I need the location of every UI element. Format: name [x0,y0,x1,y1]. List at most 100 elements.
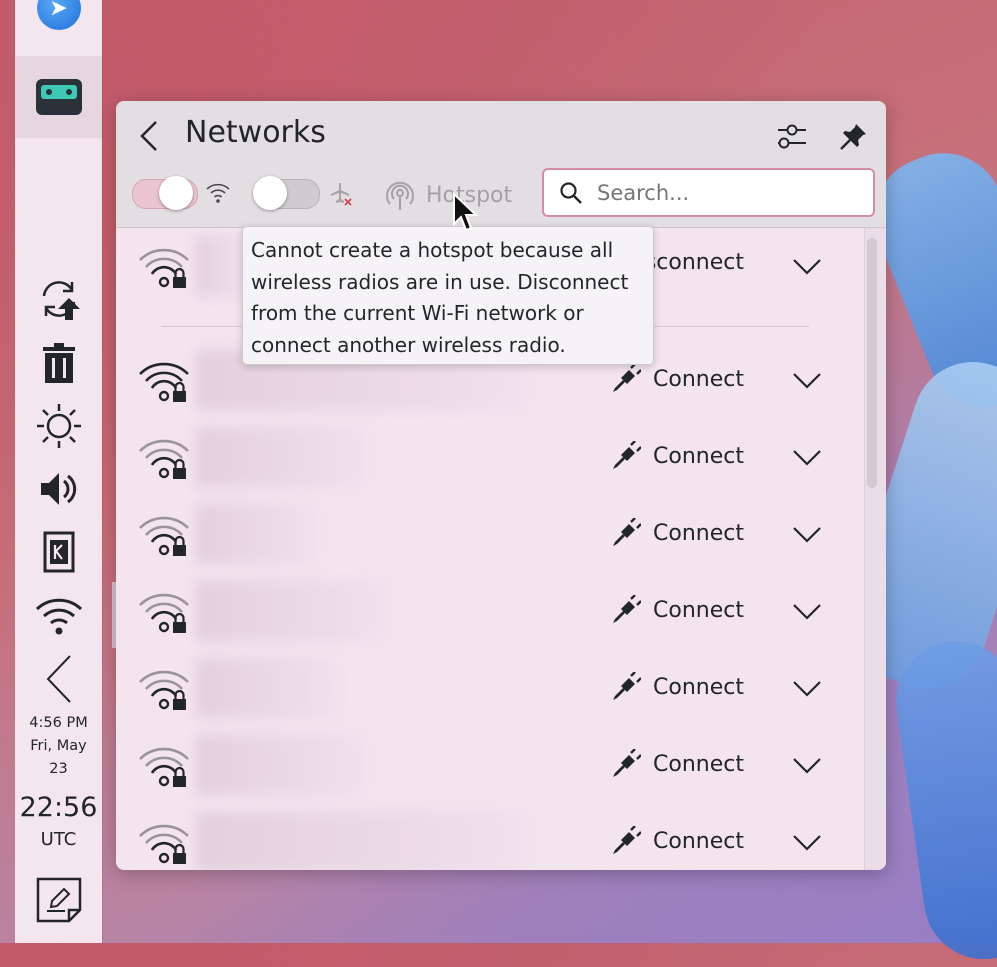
clock-timezone: UTC [40,829,77,850]
network-row[interactable]: Connect [116,573,864,650]
plug-icon [613,672,642,700]
wifi-secured-icon [139,439,189,479]
network-row[interactable]: Connect [116,804,864,870]
signal-strength [136,246,192,294]
tray-wifi[interactable] [15,590,102,640]
action-label: Connect [653,597,744,623]
wifi-icon [206,183,230,203]
tray-volume[interactable] [15,464,102,514]
action-label: Connect [653,443,744,469]
signal-strength [136,437,192,485]
tray-update[interactable] [15,274,102,324]
task-cassette-player[interactable] [15,56,102,138]
network-name-redacted [196,504,316,564]
signal-strength [136,514,192,562]
hotspot-icon [386,181,414,210]
connect-button[interactable]: Connect [611,826,744,856]
network-row[interactable]: Connect [116,419,864,496]
networks-popup: Networks Hotspot Search... Disconnect Co… [116,101,886,870]
task-app-launcher[interactable]: ➤ [15,0,102,40]
search-input[interactable] [595,179,859,206]
chevron-left-icon [140,121,157,151]
cassette-player-icon [35,79,82,115]
plug-icon [613,595,642,623]
wifi-secured-icon [139,747,189,787]
connect-button[interactable]: Connect [611,672,744,702]
digital-clock-12h[interactable]: 4:56 PM Fri, May 23 [15,712,102,781]
expand-details-button[interactable] [790,828,824,858]
chevron-down-icon [793,527,821,543]
wifi-icon [35,598,82,635]
chevron-down-icon [793,450,821,466]
connect-button[interactable]: Connect [611,364,744,394]
expand-details-button[interactable] [790,366,824,396]
airplane-mode-toggle[interactable] [253,176,320,210]
connect-button[interactable]: Connect [611,518,744,548]
expand-details-button[interactable] [790,674,824,704]
wifi-secured-icon [139,516,189,556]
wifi-secured-icon [139,670,189,710]
plug-icon [613,364,642,392]
chevron-down-icon [793,681,821,697]
chevron-down-icon [793,758,821,774]
action-label: Connect [653,751,744,777]
clock-date-line2: 23 [49,761,68,777]
connect-button[interactable]: Connect [611,749,744,779]
pin-button[interactable] [834,117,874,155]
left-panel: ➤ 4:56 PM Fri, May 23 22:56 UTC [15,0,117,943]
back-button[interactable] [134,117,164,155]
wifi-secured-icon [139,593,189,633]
brightness-icon [36,404,81,448]
expand-tray-icon [46,655,71,703]
network-name-redacted [196,735,366,795]
tray-expand[interactable] [15,654,102,704]
plug-icon [613,441,642,469]
network-name-redacted [196,812,526,870]
tray-brightness[interactable] [15,401,102,451]
pin-icon [840,124,866,150]
wifi-secured-icon [139,824,189,864]
search-field[interactable] [542,168,875,217]
app-launcher-icon: ➤ [36,0,81,30]
network-row[interactable]: Connect [116,650,864,727]
signal-strength [136,360,192,408]
toggle-knob [159,176,193,210]
tray-trash[interactable] [15,338,102,388]
plug-icon [613,518,642,546]
hotspot-button[interactable]: Hotspot [384,179,512,211]
kde-connect-icon [43,531,74,573]
expand-details-button[interactable] [790,751,824,781]
update-icon [42,281,80,320]
scrollbar-thumb[interactable] [867,238,877,488]
toggle-knob [253,176,287,210]
tray-kde-connect[interactable] [15,527,102,577]
network-row[interactable]: Connect [116,727,864,804]
chevron-down-icon [793,373,821,389]
action-label: Connect [653,366,744,392]
network-name-redacted [196,581,386,641]
sliders-icon [778,124,806,149]
tray-notes[interactable] [15,872,102,928]
configure-button[interactable] [772,117,812,155]
clock-time24[interactable]: 22:56 [15,792,102,823]
network-name-redacted [196,658,336,718]
mouse-cursor-icon [453,192,479,232]
airplane-icon [331,183,352,206]
expand-details-button[interactable] [790,252,824,282]
network-name-redacted [196,427,366,487]
connect-button[interactable]: Connect [611,441,744,471]
wifi-toggle[interactable] [132,176,198,210]
expand-details-button[interactable] [790,597,824,627]
chevron-down-icon [793,604,821,620]
expand-details-button[interactable] [790,520,824,550]
action-label: Connect [653,520,744,546]
chevron-down-icon [793,835,821,851]
expand-details-button[interactable] [790,443,824,473]
search-icon [560,181,582,204]
connect-button[interactable]: Connect [611,595,744,625]
signal-strength [136,822,192,870]
networks-header: Networks Hotspot Search... [116,101,886,228]
network-row[interactable]: Connect [116,496,864,573]
clock-date-line1: Fri, May [30,738,87,754]
wifi-secured-icon [139,248,189,288]
